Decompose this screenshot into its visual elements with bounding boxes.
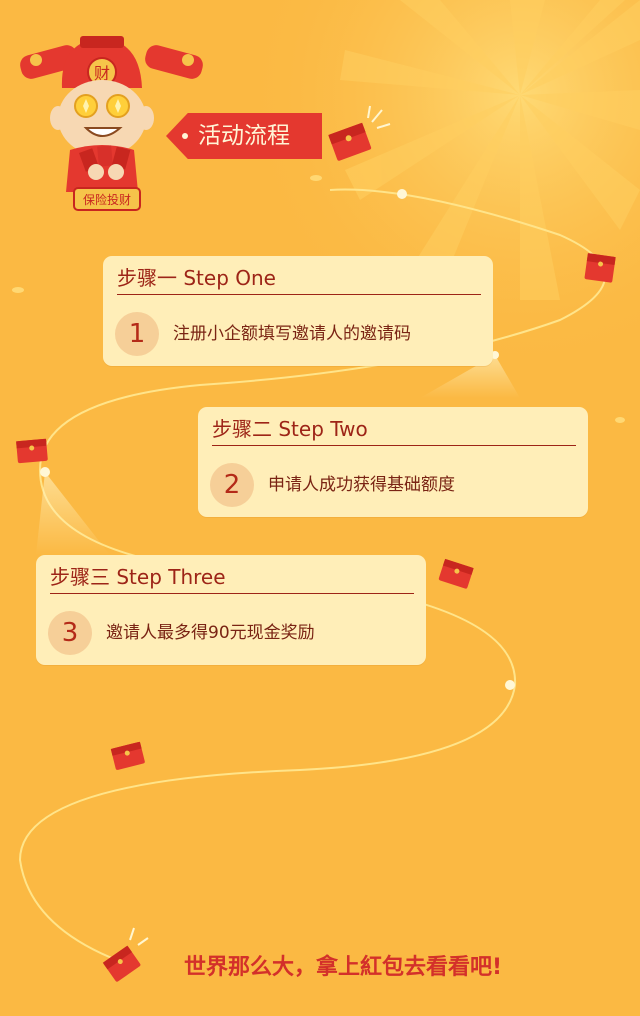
step-heading: 步骤二 Step Two <box>212 417 576 446</box>
red-envelope-icon <box>16 438 48 464</box>
bullet-dot <box>182 133 188 139</box>
red-envelope-icon <box>438 558 474 589</box>
step-number-badge: 2 <box>210 463 254 507</box>
step-description: 注册小企额填写邀请人的邀请码 <box>173 324 411 344</box>
activity-flow-title: 活动流程 <box>166 113 322 159</box>
red-envelope-icon <box>584 253 616 283</box>
step-description: 邀请人最多得90元现金奖励 <box>106 623 315 643</box>
coin-icon <box>615 417 625 423</box>
step-card-two: 步骤二 Step Two 2 申请人成功获得基础额度 <box>198 407 588 517</box>
page-title: 活动流程 <box>198 123 290 149</box>
spotlight-beam <box>36 472 110 555</box>
step-card-three: 步骤三 Step Three 3 邀请人最多得90元现金奖励 <box>36 555 426 665</box>
path-dot <box>505 680 515 690</box>
coin-icon <box>12 287 24 293</box>
red-envelope-icon <box>102 945 141 982</box>
step-description: 申请人成功获得基础额度 <box>268 475 455 495</box>
step-number-badge: 1 <box>115 312 159 356</box>
red-envelope-icon <box>110 741 145 770</box>
path-dot <box>397 189 407 199</box>
footer-slogan: 世界那么大，拿上紅包去看看吧! <box>184 955 503 980</box>
step-card-one: 步骤一 Step One 1 注册小企额填写邀请人的邀请码 <box>103 256 493 366</box>
step-number-badge: 3 <box>48 611 92 655</box>
path-dot <box>40 467 50 477</box>
sparkle-icon <box>129 927 149 946</box>
coin-icon <box>310 175 322 181</box>
step-heading: 步骤三 Step Three <box>50 565 414 594</box>
step-heading: 步骤一 Step One <box>117 266 481 295</box>
mascot-banner-text: 保险投财 <box>83 192 131 207</box>
